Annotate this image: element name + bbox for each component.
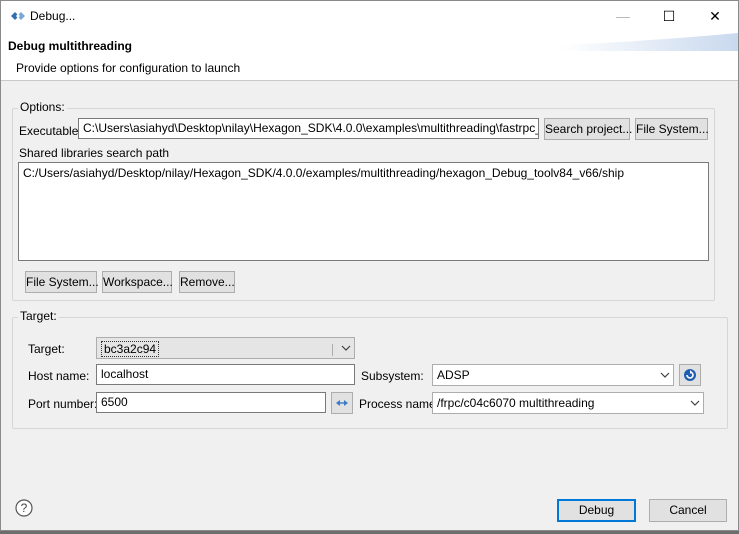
port-connect-button[interactable]	[331, 392, 353, 414]
title-bar: Debug... — ☐ ✕	[1, 1, 738, 31]
target-legend: Target:	[18, 309, 59, 323]
subsystem-dropdown[interactable]: ADSP	[432, 364, 674, 386]
chevron-down-icon	[341, 345, 351, 351]
search-project-button[interactable]: Search project...	[544, 118, 632, 140]
executable-field[interactable]: C:\Users\asiahyd\Desktop\nilay\Hexagon_S…	[78, 118, 539, 139]
debug-dialog: Debug... — ☐ ✕ Debug multithreading Prov…	[0, 0, 739, 531]
port-number-field[interactable]: 6500	[96, 392, 326, 413]
chevron-down-icon	[660, 372, 670, 378]
debug-app-icon	[11, 12, 25, 20]
maximize-button[interactable]: ☐	[646, 1, 692, 31]
help-glyph: ?	[21, 501, 28, 515]
refresh-icon	[684, 369, 696, 381]
refresh-subsystem-button[interactable]	[679, 364, 701, 386]
dialog-header: Debug multithreading Provide options for…	[1, 31, 738, 81]
file-system-button[interactable]: File System...	[635, 118, 709, 140]
target-label: Target:	[28, 342, 65, 356]
lib-workspace-button[interactable]: Workspace...	[102, 271, 173, 293]
subsystem-selected-value: ADSP	[437, 368, 470, 382]
host-name-label: Host name:	[28, 369, 90, 383]
connect-arrows-icon	[336, 400, 348, 406]
list-item[interactable]: C:/Users/asiahyd/Desktop/nilay/Hexagon_S…	[23, 166, 704, 180]
options-legend: Options:	[18, 100, 67, 114]
shared-libs-list[interactable]: C:/Users/asiahyd/Desktop/nilay/Hexagon_S…	[18, 162, 709, 261]
combo-separator	[332, 344, 333, 356]
executable-label: Executable:	[19, 124, 82, 138]
minimize-button[interactable]: —	[600, 1, 646, 31]
page-title: Debug multithreading	[8, 39, 132, 53]
lib-file-system-button[interactable]: File System...	[25, 271, 99, 293]
subsystem-label: Subsystem:	[361, 369, 424, 383]
cancel-button[interactable]: Cancel	[649, 499, 727, 522]
process-selected-value: /frpc/c04c6070 multithreading	[437, 396, 595, 410]
help-icon[interactable]: ?	[15, 499, 33, 517]
debug-button[interactable]: Debug	[557, 499, 636, 522]
process-name-label: Process name:	[359, 397, 440, 411]
close-button[interactable]: ✕	[692, 1, 738, 31]
target-dropdown[interactable]: bc3a2c94	[96, 337, 355, 359]
page-description: Provide options for configuration to lau…	[16, 61, 241, 75]
lib-remove-button[interactable]: Remove...	[179, 271, 235, 293]
process-name-dropdown[interactable]: /frpc/c04c6070 multithreading	[432, 392, 704, 414]
shared-libs-label: Shared libraries search path	[19, 146, 170, 160]
target-selected-value: bc3a2c94	[101, 341, 160, 357]
chevron-down-icon	[690, 400, 700, 406]
header-banner-graphic	[561, 33, 738, 51]
host-name-field[interactable]: localhost	[96, 364, 355, 385]
window-title: Debug...	[30, 9, 76, 23]
port-number-label: Port number:	[28, 397, 98, 411]
